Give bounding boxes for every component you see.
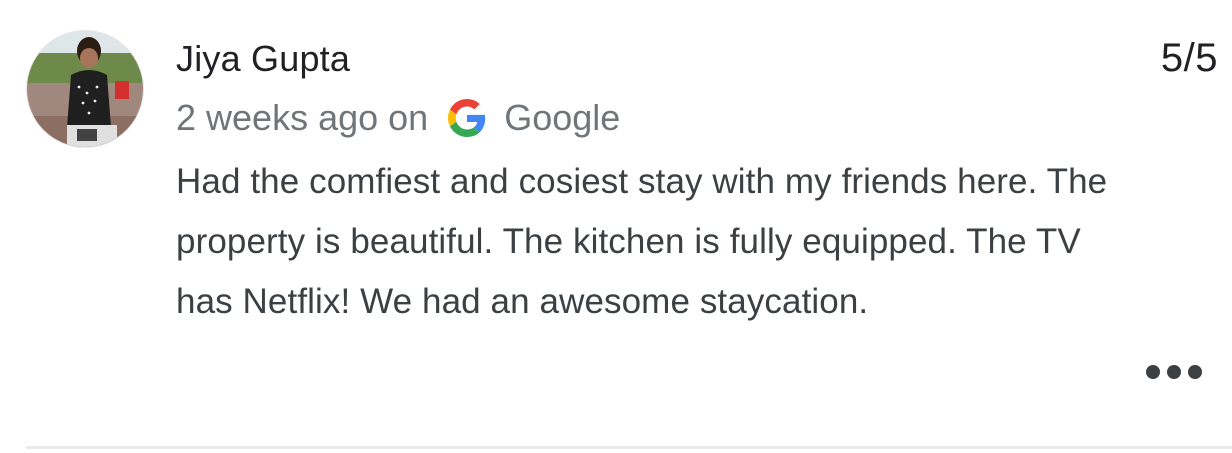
review-text: Had the comfiest and cosiest stay with m… [176,162,1108,321]
review-source: Google [504,97,621,138]
more-horizontal-icon-dot [1188,365,1202,379]
more-horizontal-icon [1146,365,1160,379]
review-time: 2 weeks ago on [176,97,429,138]
avatar[interactable] [26,30,144,148]
review-card: Jiya Gupta 2 weeks ago on Google Had the… [0,0,1232,453]
author-name[interactable]: Jiya Gupta [176,38,350,80]
google-g-icon [448,99,486,137]
divider [26,446,1232,449]
avatar-photo [27,31,143,147]
more-options-button[interactable] [1146,358,1202,386]
review-meta: 2 weeks ago on Google [176,96,620,140]
more-horizontal-icon-dot [1167,365,1181,379]
review-rating: 5/5 [1160,36,1218,80]
